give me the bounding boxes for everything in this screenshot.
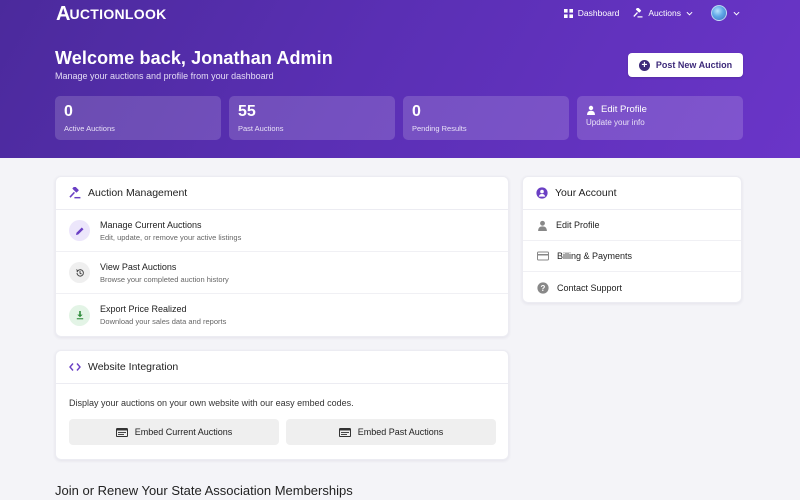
account-item-label: Billing & Payments — [557, 251, 633, 261]
post-new-auction-label: Post New Auction — [655, 60, 733, 70]
edit-profile-card[interactable]: Edit Profile Update your info — [577, 96, 743, 140]
person-icon — [587, 105, 595, 115]
welcome-subtitle: Manage your auctions and profile from yo… — [55, 71, 274, 81]
gavel-icon — [633, 8, 643, 18]
logo-text: UCTIONLOOK — [69, 6, 167, 22]
svg-text:?: ? — [541, 283, 546, 292]
logo[interactable]: A UCTIONLOOK — [56, 3, 167, 25]
download-icon — [69, 304, 90, 326]
hero-banner: A UCTIONLOOK Dashboard Auctions Welcome … — [0, 0, 800, 158]
manage-current-auctions[interactable]: Manage Current Auctions Edit, update, or… — [56, 210, 508, 252]
row-desc: Edit, update, or remove your active list… — [100, 232, 242, 242]
view-past-auctions[interactable]: View Past Auctions Browse your completed… — [56, 252, 508, 294]
dashboard-icon — [563, 8, 573, 18]
account-item-label: Contact Support — [557, 282, 623, 293]
account-contact-support[interactable]: ? Contact Support — [523, 272, 741, 303]
row-title: Export Price Realized — [100, 304, 187, 314]
stat-value: 55 — [238, 103, 256, 120]
memberships-heading: Join or Renew Your State Association Mem… — [55, 483, 353, 498]
your-account-card: Your Account Edit Profile Billing & Paym… — [522, 176, 742, 303]
post-new-auction-button[interactable]: + Post New Auction — [628, 53, 743, 77]
edit-profile-title: Edit Profile — [601, 104, 647, 115]
website-integration-card: Website Integration Display your auction… — [55, 350, 509, 460]
chevron-down-icon — [686, 11, 693, 16]
embed-current-auctions-button[interactable]: Embed Current Auctions — [69, 419, 279, 445]
edit-profile-subtitle: Update your info — [586, 118, 645, 127]
history-icon — [69, 262, 90, 283]
nav-auctions-label: Auctions — [648, 8, 681, 18]
card-header: Your Account — [523, 177, 741, 210]
embed-icon — [338, 427, 351, 437]
top-nav: Dashboard Auctions — [563, 4, 740, 22]
welcome-heading: Welcome back, Jonathan Admin — [55, 48, 333, 68]
stat-label: Active Auctions — [64, 124, 115, 133]
embed-current-label: Embed Current Auctions — [134, 427, 233, 437]
card-title: Auction Management — [88, 187, 188, 199]
embed-icon — [115, 427, 128, 437]
stat-value: 0 — [64, 103, 73, 120]
nav-dashboard-label: Dashboard — [577, 8, 620, 18]
chevron-down-icon — [733, 11, 740, 16]
code-icon — [69, 363, 81, 371]
row-title: Manage Current Auctions — [100, 219, 202, 230]
plus-icon: + — [638, 59, 650, 71]
embed-past-label: Embed Past Auctions — [357, 427, 444, 437]
credit-card-icon — [537, 251, 549, 261]
card-header: Auction Management — [56, 177, 508, 210]
account-circle-icon — [536, 187, 548, 199]
gavel-icon — [69, 187, 81, 199]
row-desc: Browse your completed auction history — [100, 274, 229, 284]
stat-active-auctions: 0 Active Auctions — [55, 96, 221, 140]
export-price-realized[interactable]: Export Price Realized Download your sale… — [56, 294, 508, 336]
user-menu[interactable] — [711, 5, 740, 21]
account-item-label: Edit Profile — [556, 220, 600, 230]
nav-dashboard[interactable]: Dashboard — [563, 4, 620, 22]
stat-value: 0 — [412, 103, 421, 120]
account-edit-profile[interactable]: Edit Profile — [523, 210, 741, 241]
help-icon: ? — [537, 281, 549, 294]
embed-past-auctions-button[interactable]: Embed Past Auctions — [286, 419, 496, 445]
card-header: Website Integration — [56, 351, 508, 384]
nav-auctions[interactable]: Auctions — [633, 4, 693, 22]
card-title: Website Integration — [88, 361, 179, 373]
avatar — [711, 5, 727, 21]
person-icon — [538, 220, 547, 231]
row-title: View Past Auctions — [100, 261, 177, 272]
card-title: Your Account — [555, 187, 617, 199]
logo-letter: A — [56, 2, 70, 25]
stat-label: Past Auctions — [238, 124, 284, 133]
row-desc: Download your sales data and reports — [100, 317, 227, 326]
integration-description: Display your auctions on your own websit… — [69, 398, 354, 408]
account-billing[interactable]: Billing & Payments — [523, 241, 741, 272]
pencil-icon — [69, 220, 90, 241]
auction-management-card: Auction Management Manage Current Auctio… — [55, 176, 509, 337]
stat-label: Pending Results — [412, 124, 467, 133]
stat-past-auctions: 55 Past Auctions — [229, 96, 395, 140]
stat-pending-results: 0 Pending Results — [403, 96, 569, 140]
